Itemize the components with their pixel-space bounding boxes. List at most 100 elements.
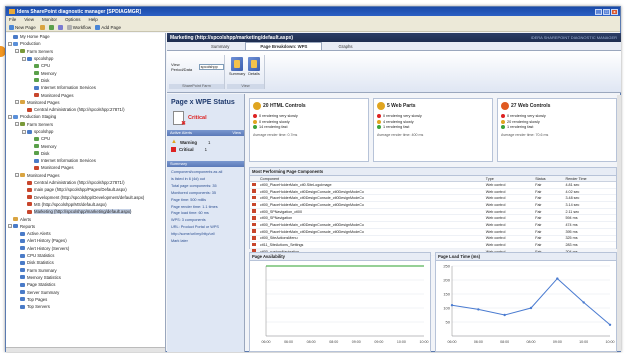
tree-item[interactable]: - Production Staging xyxy=(6,113,165,120)
tree-item[interactable]: Memory Statistics xyxy=(6,274,165,281)
tree-item[interactable]: main page (http://spcolshpp/Pages/Defaul… xyxy=(6,186,165,193)
tree-item[interactable]: Active Alerts xyxy=(6,230,165,237)
tree-item[interactable]: - Monitored Pages xyxy=(6,99,165,106)
table-row[interactable]: ctl11_SiteActions_Settings Web control Fai… xyxy=(250,241,616,249)
tree-item[interactable]: Alerts xyxy=(6,215,165,222)
tree-item[interactable]: Disk Statistics xyxy=(6,259,165,266)
table-row[interactable]: ctl00_PlaceHolderMain_ctl0.SiteLogoImage… xyxy=(250,181,616,189)
toolbar-button-1[interactable] xyxy=(39,24,45,30)
menu-item-2[interactable]: Monitor xyxy=(42,17,57,22)
table-row[interactable]: ctl00_PlaceHolderMain_ctl0DesignConsole_… xyxy=(250,201,616,209)
collapse-toggle-icon[interactable]: - xyxy=(22,129,26,134)
collapse-toggle-icon[interactable]: - xyxy=(8,114,12,119)
collapse-toggle-icon[interactable]: - xyxy=(15,100,19,105)
details-button[interactable]: Details xyxy=(246,57,262,76)
tab-2[interactable]: Graphs xyxy=(324,43,366,50)
tree-item-label: Disk xyxy=(41,150,50,156)
tree-item[interactable]: MS (http://spcolshpp/MS/default.aspx) xyxy=(6,201,165,208)
tree-item[interactable]: Memory xyxy=(6,142,165,149)
warning-alert-row[interactable]: ▲ Warning 1 xyxy=(167,138,244,146)
tree-item[interactable]: Alert History (Pages) xyxy=(6,237,165,244)
tree-item[interactable]: Monitored Pages xyxy=(6,164,165,171)
collapse-toggle-icon[interactable]: - xyxy=(15,49,19,54)
tree-item[interactable]: Alert History (Servers) xyxy=(6,245,165,252)
tree-item[interactable]: Development (http://spcolshpp/Developmen… xyxy=(6,194,165,201)
close-button[interactable]: x xyxy=(611,8,618,15)
tree-item[interactable]: Monitored Pages xyxy=(6,91,165,98)
y-tick-label: 100 xyxy=(443,306,450,311)
summary-card[interactable]: 20 HTML Controls 0 rendering very slowly 0… xyxy=(249,98,369,162)
tab-1[interactable]: Page Breakdown: WPS xyxy=(245,42,323,50)
collapse-toggle-icon[interactable]: - xyxy=(15,122,19,127)
tree-node-icon xyxy=(27,107,32,112)
toolbar-label: Add Page xyxy=(101,24,121,30)
tab-0[interactable]: Summary xyxy=(197,43,243,50)
tree-item[interactable]: CPU xyxy=(6,62,165,69)
tree-item[interactable]: - spcolshpp xyxy=(6,55,165,62)
toolbar-button-5[interactable]: Add Page xyxy=(95,24,121,30)
tree-item[interactable]: - Reports xyxy=(6,223,165,230)
table-row[interactable]: ctl00_SiteActionsMenu Web control Fair 325 … xyxy=(250,235,616,243)
tree-item[interactable]: - Monitored Pages xyxy=(6,172,165,179)
app-window: Idera SharePoint diagnostic manager [SPD… xyxy=(5,6,621,352)
tree-item[interactable]: Disk xyxy=(6,77,165,84)
table-row[interactable]: ctl00_SPNavigation Web control Fair 594 ms xyxy=(250,214,616,223)
critical-alert-row[interactable]: Critical 1 xyxy=(167,146,244,153)
tree-item[interactable]: CPU Statistics xyxy=(6,252,165,259)
card-line-text: 20 rendering slowly xyxy=(507,119,540,124)
table-row[interactable]: ctl00_PlaceHolderMain_ctl0DesignConsole_… xyxy=(250,221,616,229)
content-vertical-scrollbar[interactable] xyxy=(617,95,621,351)
maximize-button[interactable]: □ xyxy=(603,8,610,15)
collapse-toggle-icon[interactable]: - xyxy=(15,173,19,178)
tree-item[interactable]: Farm Summary xyxy=(6,267,165,274)
tree-item[interactable]: - Farm Servers xyxy=(6,48,165,55)
collapse-toggle-icon[interactable]: - xyxy=(22,56,26,61)
summary-card[interactable]: 27 Web Controls 0 rendering very slowly 20… xyxy=(497,98,617,162)
table-row[interactable]: ctl00_PlaceHolderMain_ctl0DesignConsole_… xyxy=(250,228,616,236)
tree-item[interactable]: Central Administration (http://spcolshpp… xyxy=(6,179,165,186)
menu-item-0[interactable]: File xyxy=(9,17,16,22)
tree-item[interactable]: CPU xyxy=(6,135,165,142)
component-icon xyxy=(252,195,256,200)
tree-item[interactable]: Central Administration (http://spcolshpp… xyxy=(6,106,165,113)
tree-item[interactable]: Internet Information Services xyxy=(6,157,165,164)
critical-row-label: Critical xyxy=(179,147,194,152)
menu-item-3[interactable]: Options xyxy=(65,17,81,22)
active-alerts-view-link[interactable]: View xyxy=(232,130,241,136)
tree-item[interactable]: Top Servers xyxy=(6,303,165,310)
toolbar-button-3[interactable] xyxy=(57,24,63,30)
y-tick-label: 250 xyxy=(443,264,450,269)
tree-item[interactable]: Internet Information Services xyxy=(6,84,165,91)
tree-item[interactable]: Top Pages xyxy=(6,296,165,303)
menu-item-1[interactable]: View xyxy=(24,17,34,22)
tree-item[interactable]: My Home Page xyxy=(6,33,165,40)
summary-card[interactable]: 5 Web Parts 0 rendering very slowly 4 rend… xyxy=(373,98,493,162)
tree-item[interactable]: Page Statistics xyxy=(6,281,165,288)
summary-button[interactable]: Summary xyxy=(229,57,245,76)
tree-item[interactable]: Marketing (http://spcolshpp/marketing/de… xyxy=(6,208,165,215)
menu-item-4[interactable]: Help xyxy=(88,17,97,22)
collapse-toggle-icon[interactable]: - xyxy=(8,224,12,229)
tree-item[interactable]: Server Summary xyxy=(6,288,165,295)
table-row[interactable]: ctl00_PlaceHolderMain_ctl0DesignConsole_… xyxy=(250,194,616,203)
minimize-button[interactable]: _ xyxy=(595,8,602,15)
toolbar-button-2[interactable] xyxy=(48,24,54,30)
server-select[interactable]: spcolshpp xyxy=(198,64,225,70)
toolbar-button-4[interactable]: Workflow xyxy=(66,24,91,30)
tree-item[interactable]: Memory xyxy=(6,69,165,76)
tree-item[interactable]: Disk xyxy=(6,150,165,157)
tree-horizontal-scrollbar[interactable] xyxy=(6,347,165,352)
tree-item[interactable]: - Farm Servers xyxy=(6,121,165,128)
y-tick-label: 50 xyxy=(446,320,451,325)
table-row[interactable]: ctl00_PlaceHolderMain_ctl0DesignConsole_… xyxy=(250,188,616,196)
toolbar-button-0[interactable]: New Page xyxy=(9,24,36,30)
status-dot-icon xyxy=(253,114,257,118)
collapse-toggle-icon[interactable]: - xyxy=(8,41,12,46)
tree-item[interactable]: - spcolshpp xyxy=(6,128,165,135)
tree-item-label: spcolshpp xyxy=(34,56,54,62)
tree-item[interactable]: - Production xyxy=(6,40,165,47)
table-row[interactable]: ctl00_SPNavigation_ctl00 Web control Fair 2… xyxy=(250,208,616,216)
critical-count: 1 xyxy=(204,147,207,152)
status-circle-icon xyxy=(377,102,385,110)
warning-count: 1 xyxy=(207,139,211,145)
